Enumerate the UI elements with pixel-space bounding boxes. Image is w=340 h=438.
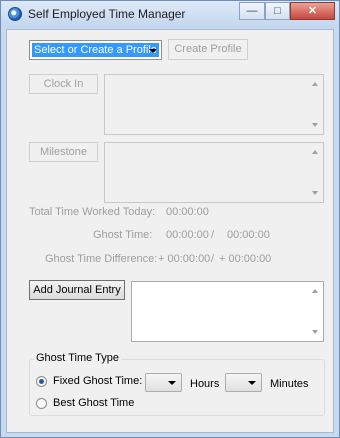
milestone-log-scrollbar[interactable] [309,144,322,201]
best-ghost-time-radio[interactable] [36,398,47,409]
total-time-value: 00:00:00 [166,206,209,218]
close-button[interactable]: ✕ [290,2,335,20]
minutes-label: Minutes [270,378,309,390]
scroll-down-icon [312,330,318,334]
best-ghost-time-label[interactable]: Best Ghost Time [53,397,134,409]
journal-scrollbar[interactable] [309,283,322,340]
chevron-down-icon [149,49,157,53]
ghost-time-value-2: 00:00:00 [227,229,270,241]
add-journal-entry-button[interactable]: Add Journal Entry [29,280,125,300]
main-panel: Select or Create a Profile Create Profil… [6,29,334,433]
fixed-ghost-time-label[interactable]: Fixed Ghost Time: [53,375,142,387]
total-time-label: Total Time Worked Today: [29,206,156,218]
clock-in-button[interactable]: Clock In [29,74,98,94]
scroll-down-icon [312,191,318,195]
hours-select[interactable] [145,373,182,392]
ghost-time-type-title: Ghost Time Type [34,352,121,364]
minutes-select[interactable] [225,373,262,392]
ghost-diff-label: Ghost Time Difference: [45,253,158,265]
ghost-diff-separator: / [211,253,215,265]
title-bar[interactable]: Self Employed Time Manager — □ ✕ [1,1,339,28]
create-profile-button[interactable]: Create Profile [168,39,248,60]
scroll-up-icon [312,82,318,86]
journal-textbox[interactable] [131,281,324,342]
ghost-time-separator: / [211,229,215,241]
maximize-button[interactable]: □ [265,2,290,20]
ghost-diff-value-2: + 00:00:00 [219,253,272,265]
app-window: Self Employed Time Manager — □ ✕ Select … [0,0,340,438]
window-title: Self Employed Time Manager [28,7,186,21]
milestone-button[interactable]: Milestone [29,142,98,162]
clock-log-textbox[interactable] [104,74,324,135]
scroll-up-icon [312,289,318,293]
chevron-down-icon [248,381,256,385]
profile-select[interactable]: Select or Create a Profile [29,40,162,60]
fixed-ghost-time-radio[interactable] [36,376,47,387]
scroll-up-icon [312,150,318,154]
scroll-down-icon [312,123,318,127]
ghost-time-value: 00:00:00 [166,229,209,241]
milestone-log-textbox[interactable] [104,142,324,203]
minimize-button[interactable]: — [239,2,265,20]
ghost-diff-value: + 00:00:00 [158,253,211,265]
chevron-down-icon [168,381,176,385]
clock-log-scrollbar[interactable] [309,76,322,133]
profile-select-value: Select or Create a Profile [32,43,159,57]
hours-label: Hours [190,378,220,390]
app-clock-icon [8,7,22,21]
ghost-time-label: Ghost Time: [93,229,153,241]
